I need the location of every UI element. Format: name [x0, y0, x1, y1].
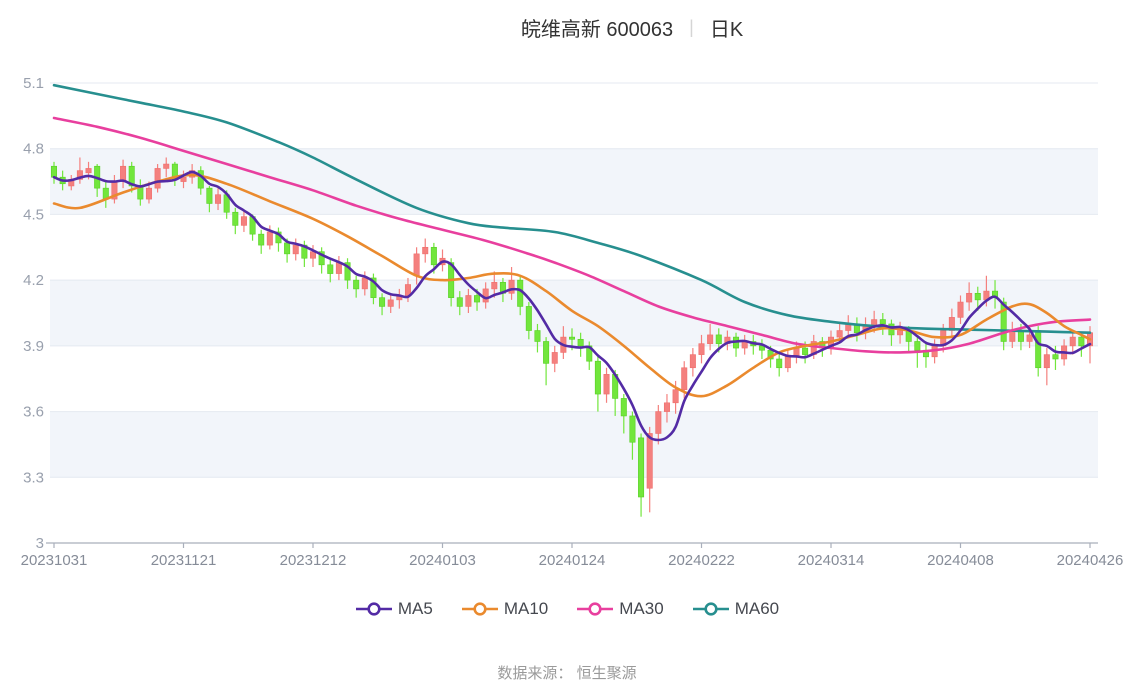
- svg-text:20240408: 20240408: [927, 552, 994, 569]
- svg-text:3: 3: [36, 535, 44, 552]
- legend-label: MA5: [397, 599, 433, 618]
- svg-text:3.6: 3.6: [23, 404, 44, 421]
- svg-text:4.2: 4.2: [23, 272, 44, 289]
- svg-text:5.1: 5.1: [23, 75, 44, 92]
- svg-text:20240222: 20240222: [668, 552, 735, 569]
- svg-text:3.9: 3.9: [23, 338, 44, 355]
- data-source: 数据来源： 恒生聚源: [497, 665, 637, 682]
- legend-item-ma60[interactable]: MA60: [692, 599, 779, 619]
- legend-label: MA10: [503, 599, 549, 618]
- x-axis: [46, 542, 1098, 548]
- legend-marker-icon: [355, 602, 392, 616]
- legend-label: MA60: [734, 599, 780, 618]
- svg-text:20240124: 20240124: [539, 552, 606, 569]
- svg-text:20231212: 20231212: [280, 552, 347, 569]
- svg-text:20240426: 20240426: [1057, 552, 1124, 569]
- svg-text:4.5: 4.5: [23, 206, 44, 223]
- svg-text:20240103: 20240103: [409, 552, 476, 569]
- legend-marker-icon: [692, 602, 729, 616]
- legend-marker-icon: [577, 602, 614, 616]
- svg-text:20240314: 20240314: [798, 552, 865, 569]
- y-axis-labels: 5.1 4.8 4.5 4.2 3.9 3.6 3.3 3: [23, 75, 44, 552]
- legend-marker-icon: [461, 602, 498, 616]
- kline-page: 皖维高新 600063 | 日K 20231031 20231121 2023121…: [0, 0, 1134, 689]
- legend-item-ma5[interactable]: MA5: [355, 599, 433, 619]
- svg-text:20231121: 20231121: [151, 552, 217, 569]
- legend-item-ma10[interactable]: MA10: [461, 599, 548, 619]
- ma-legend: MA5 MA10 MA30 MA60: [0, 599, 1134, 619]
- x-axis-labels: 20231031 20231121 20231212 20240103 20240124…: [21, 552, 1124, 569]
- svg-text:3.3: 3.3: [23, 469, 44, 486]
- svg-text:4.8: 4.8: [23, 141, 44, 158]
- legend-item-ma30[interactable]: MA30: [576, 599, 664, 619]
- kline-chart[interactable]: 20231031 20231121 20231212 20240103 20240124…: [0, 0, 1134, 595]
- legend-label: MA30: [619, 599, 664, 618]
- svg-text:20231031: 20231031: [21, 552, 88, 569]
